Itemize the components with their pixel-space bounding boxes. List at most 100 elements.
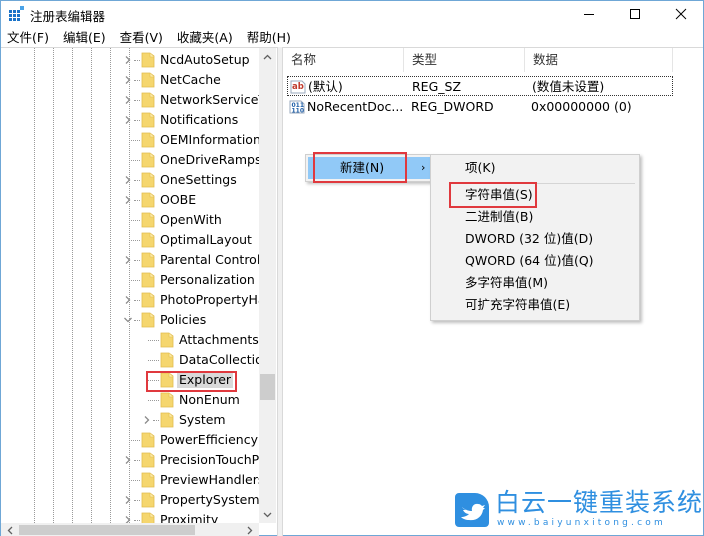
tree-connector-line <box>134 100 140 101</box>
column-header-name[interactable]: 名称 <box>283 48 404 72</box>
tree-item[interactable]: PhotoPropertyHa <box>1 290 266 310</box>
tree-item-label: Notifications <box>160 112 239 127</box>
expand-chevron-right-icon[interactable] <box>123 194 133 206</box>
folder-icon <box>141 212 155 228</box>
tree-item[interactable]: NetworkServiceTr <box>1 90 269 110</box>
column-header-data[interactable]: 数据 <box>525 48 673 72</box>
tree-item[interactable]: OptimalLayout <box>1 230 259 250</box>
tree-item-label: System <box>179 412 226 427</box>
close-icon <box>675 8 687 20</box>
value-row[interactable]: 011 110 NoRecentDoc... REG_DWORD 0x00000… <box>287 97 673 117</box>
tree-item[interactable]: PrecisionTouchPa <box>1 450 266 470</box>
column-header-type[interactable]: 类型 <box>404 48 525 72</box>
tree-item[interactable]: PreviewHandlers <box>1 470 264 490</box>
submenu-item-dword-value[interactable]: DWORD (32 位)值(D) <box>433 228 637 250</box>
submenu-item-qword-value[interactable]: QWORD (64 位)值(Q) <box>433 250 637 272</box>
submenu-item-label: DWORD (32 位)值(D) <box>465 231 594 246</box>
expand-chevron-right-icon[interactable] <box>123 174 133 186</box>
value-row[interactable]: ab (默认) REG_SZ (数值未设置) <box>287 76 673 96</box>
tree-item[interactable]: PropertySystem <box>1 490 260 510</box>
menu-edit[interactable]: 编辑(E) <box>56 28 113 47</box>
expand-chevron-right-icon[interactable] <box>142 414 152 426</box>
expand-chevron-right-icon[interactable] <box>123 494 133 506</box>
tree-item[interactable]: OpenWith <box>1 210 259 230</box>
tree-connector-line <box>134 60 140 61</box>
submenu-item-key[interactable]: 项(K) <box>433 157 637 179</box>
tree-item[interactable]: OneDriveRamps <box>1 150 261 170</box>
string-value-highlight-box <box>449 182 537 208</box>
maximize-icon <box>630 9 640 19</box>
menu-help[interactable]: 帮助(H) <box>240 28 298 47</box>
tree-item[interactable]: NonEnum <box>1 390 259 410</box>
tree-item[interactable]: NcdAutoSetup <box>1 50 259 70</box>
tree-item[interactable]: OOBE <box>1 190 259 210</box>
menu-view[interactable]: 查看(V) <box>113 28 170 47</box>
value-type: REG_SZ <box>412 79 462 94</box>
submenu-item-multi-string-value[interactable]: 多字符串值(M) <box>433 272 637 294</box>
expand-chevron-right-icon[interactable] <box>123 294 133 306</box>
folder-icon <box>160 332 174 348</box>
expand-chevron-down-icon[interactable] <box>123 314 133 326</box>
scroll-right-button[interactable] <box>243 523 257 536</box>
expand-chevron-right-icon[interactable] <box>123 254 133 266</box>
expand-chevron-right-icon[interactable] <box>123 54 133 66</box>
submenu-item-binary-value[interactable]: 二进制值(B) <box>433 206 637 228</box>
folder-icon <box>141 312 155 328</box>
hscroll-thumb[interactable] <box>19 525 195 535</box>
tree-item[interactable]: Parental Controls <box>1 250 267 270</box>
tree-item-label: OEMInformation <box>160 132 261 147</box>
menu-favorites[interactable]: 收藏夹(A) <box>170 28 240 47</box>
tree-item[interactable]: System <box>1 410 259 430</box>
tree-item-label: NetCache <box>160 72 221 87</box>
tree-connector-line <box>148 360 159 361</box>
watermark: 白云一键重装系统 www.baiyunxitong.com <box>451 487 702 533</box>
tree-item-label: PropertySystem <box>160 492 260 507</box>
svg-text:110: 110 <box>292 108 305 115</box>
submenu-item-expandable-string-value[interactable]: 可扩充字符串值(E) <box>433 294 637 316</box>
expand-chevron-right-icon[interactable] <box>123 74 133 86</box>
scroll-down-button[interactable] <box>259 506 276 523</box>
string-value-icon: ab <box>290 80 306 94</box>
tree-item[interactable]: Policies <box>1 310 259 330</box>
close-button[interactable] <box>658 1 704 27</box>
tree-connector-line <box>153 420 159 421</box>
tree-horizontal-scrollbar[interactable] <box>1 523 259 536</box>
expand-chevron-right-icon[interactable] <box>123 454 133 466</box>
tree-connector-line <box>134 180 140 181</box>
value-type: REG_DWORD <box>411 99 494 114</box>
tree-item[interactable]: NetCache <box>1 70 259 90</box>
tree-vertical-scrollbar[interactable] <box>259 48 276 523</box>
maximize-button[interactable] <box>612 1 658 27</box>
tree-item-label: Parental Controls <box>160 252 267 267</box>
submenu-item-label: 可扩充字符串值(E) <box>465 297 571 312</box>
tree-item[interactable]: OEMInformation <box>1 130 261 150</box>
tree-connector-line <box>129 220 140 221</box>
value-name: NoRecentDoc... <box>307 99 404 114</box>
watermark-url: www.baiyunxitong.com <box>497 518 666 528</box>
tree-item-label: Personalization <box>160 272 255 287</box>
minimize-button[interactable] <box>566 1 612 27</box>
submenu-item-label: 二进制值(B) <box>465 209 534 224</box>
chevron-up-icon <box>263 54 272 59</box>
tree-item-label: OOBE <box>160 192 197 207</box>
expand-chevron-right-icon[interactable] <box>123 94 133 106</box>
scroll-up-button[interactable] <box>259 48 276 65</box>
tree-connector-line <box>129 280 140 281</box>
menu-file[interactable]: 文件(F) <box>1 28 56 47</box>
folder-icon <box>141 232 155 248</box>
folder-icon <box>141 112 155 128</box>
folder-icon <box>160 412 174 428</box>
tree-item[interactable]: OneSettings <box>1 170 259 190</box>
tree-item[interactable]: Attachments <box>1 330 259 350</box>
folder-icon <box>141 432 155 448</box>
scroll-thumb[interactable] <box>260 374 275 400</box>
scroll-left-button[interactable] <box>3 523 17 536</box>
tree-item[interactable]: DataCollectior <box>1 350 268 370</box>
tree-item-label: PreviewHandlers <box>160 472 265 487</box>
tree-item[interactable]: Personalization <box>1 270 259 290</box>
expand-chevron-right-icon[interactable] <box>123 114 133 126</box>
tree-item[interactable]: Notifications <box>1 110 259 130</box>
tree-item[interactable]: PowerEfficiencyDi <box>1 430 271 450</box>
tree-connector-line <box>129 140 140 141</box>
tree-connector-line <box>129 440 140 441</box>
